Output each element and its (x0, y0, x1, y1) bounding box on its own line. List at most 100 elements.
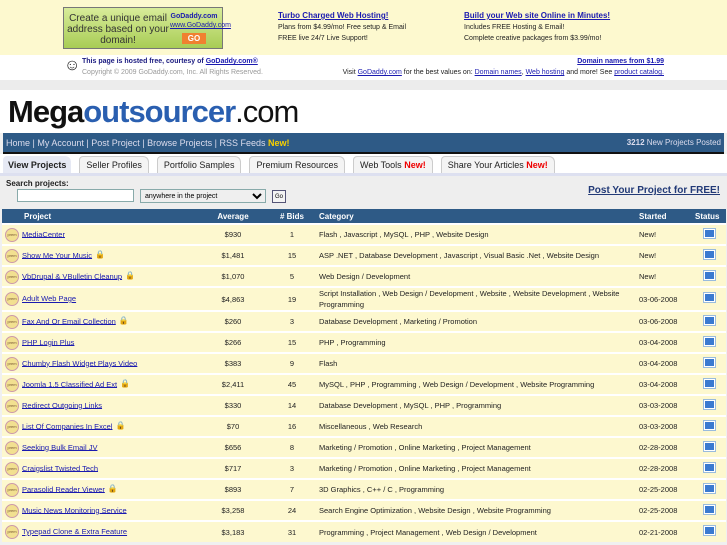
status-icon[interactable] (703, 420, 715, 430)
project-link[interactable]: VbDrupal & VBulletin Cleanup (22, 271, 122, 280)
catalog-link[interactable]: product catalog. (614, 69, 664, 76)
started-cell: 03-04-2008 (636, 373, 692, 395)
status-cell (692, 244, 726, 266)
premium-badge-icon: prem (5, 248, 19, 263)
project-link[interactable]: Seeking Bulk Email JV (22, 442, 97, 451)
col-bids[interactable]: # Bids (268, 209, 316, 224)
status-icon[interactable] (703, 249, 715, 259)
bids-cell: 16 (268, 415, 316, 437)
project-link[interactable]: Fax And Or Email Collection (22, 316, 116, 325)
project-link[interactable]: Typepad Clone & Extra Feature (22, 527, 127, 536)
col-average[interactable]: Average (198, 209, 268, 224)
project-cell: prem Joomla 1.5 Classified Ad Ext 🔒 (2, 373, 198, 395)
search-scope-select[interactable]: anywhere in the project (140, 189, 266, 203)
tab-share-articles[interactable]: Share Your Articles New! (440, 156, 555, 173)
project-link[interactable]: Chumby Flash Widget Plays Video (22, 358, 137, 367)
ad-band: Create a unique email address based on y… (0, 0, 727, 55)
category-cell: Database Development , MySQL , PHP , Pro… (316, 394, 636, 416)
project-link[interactable]: Music News Monitoring Service (22, 505, 127, 514)
status-icon[interactable] (703, 441, 715, 451)
table-row: prem Typepad Clone & Extra Feature $3,183… (2, 520, 726, 542)
status-icon[interactable] (703, 399, 715, 409)
domain-link[interactable]: Domain names (475, 69, 522, 76)
hosting-link[interactable]: Web hosting (526, 69, 565, 76)
visit-godaddy-link[interactable]: GoDaddy.com (358, 69, 402, 76)
table-row: prem MediaCenter $930 1 Flash , Javascrip… (2, 223, 726, 245)
col-started[interactable]: Started (636, 209, 692, 224)
project-link[interactable]: Adult Web Page (22, 294, 76, 303)
table-row: prem PHP Login Plus $266 15 PHP , Program… (2, 331, 726, 353)
table-row: prem Joomla 1.5 Classified Ad Ext 🔒 $2,411… (2, 373, 726, 395)
godaddy-email-banner[interactable]: Create a unique email address based on y… (63, 7, 231, 49)
project-link[interactable]: Redirect Outgoing Links (22, 400, 102, 409)
average-cell: $1,481 (198, 244, 268, 266)
status-icon[interactable] (703, 228, 715, 238)
category-cell: Marketing / Promotion , Online Marketing… (316, 436, 636, 458)
godaddy-link[interactable]: GoDaddy.com® (206, 58, 258, 65)
lock-icon: 🔒 (107, 484, 118, 494)
bids-cell: 8 (268, 436, 316, 458)
tab-label: Web Tools (359, 160, 402, 170)
project-cell: prem Redirect Outgoing Links (2, 394, 198, 416)
tab-view-projects[interactable]: View Projects (3, 156, 72, 173)
nav-rss-feeds[interactable]: RSS Feeds (219, 138, 265, 148)
status-icon[interactable] (703, 270, 715, 280)
nav-browse-projects[interactable]: Browse Projects (147, 138, 212, 148)
banner-go-button[interactable]: GO (181, 33, 207, 44)
category-cell: Programming , Project Management , Web D… (316, 520, 636, 542)
col-project[interactable]: Project (2, 209, 198, 224)
ad-builder-link[interactable]: Build your Web site Online in Minutes! (464, 11, 610, 20)
status-icon[interactable] (703, 526, 715, 535)
domain-names-link[interactable]: Domain names from $1.99 (577, 58, 664, 65)
ad-builder: Build your Web site Online in Minutes! I… (464, 10, 610, 44)
tab-portfolio-samples[interactable]: Portfolio Samples (156, 156, 242, 173)
project-link[interactable]: Parasolid Reader Viewer (22, 484, 105, 493)
status-icon[interactable] (703, 357, 715, 367)
average-cell: $3,258 (198, 499, 268, 521)
project-link[interactable]: Joomla 1.5 Classified Ad Ext (22, 379, 117, 388)
category-cell: Flash , Javascript , MySQL , PHP , Websi… (316, 223, 636, 245)
tab-seller-profiles[interactable]: Seller Profiles (79, 156, 149, 173)
table-row: prem Seeking Bulk Email JV $656 8 Marketi… (2, 436, 726, 458)
status-icon[interactable] (703, 293, 715, 302)
post-project-link[interactable]: Post Your Project for FREE! (588, 185, 720, 196)
project-link[interactable]: List Of Companies In Excel (22, 421, 112, 430)
project-link[interactable]: Show Me Your Music (22, 250, 92, 259)
premium-badge-icon: prem (5, 461, 19, 476)
nav-post-project[interactable]: Post Project (91, 138, 140, 148)
nav-my-account[interactable]: My Account (37, 138, 84, 148)
premium-badge-icon: prem (5, 292, 19, 306)
ad-hosting-link[interactable]: Turbo Charged Web Hosting! (278, 11, 388, 20)
col-status[interactable]: Status (692, 209, 726, 224)
status-cell (692, 520, 726, 542)
nav-home[interactable]: Home (6, 138, 30, 148)
project-link[interactable]: PHP Login Plus (22, 337, 74, 346)
status-icon[interactable] (703, 315, 715, 325)
lock-icon: 🔒 (118, 316, 129, 326)
tab-web-tools[interactable]: Web Tools New! (352, 156, 433, 173)
project-cell: prem Seeking Bulk Email JV (2, 436, 198, 458)
site-logo[interactable]: Megaoutsourcer.com (0, 90, 727, 133)
started-cell: 03-03-2008 (636, 394, 692, 416)
lock-icon: 🔒 (95, 250, 106, 260)
category-cell: Web Design / Development (316, 265, 636, 287)
status-icon[interactable] (703, 504, 715, 514)
project-link[interactable]: MediaCenter (22, 229, 65, 238)
category-cell: Flash (316, 352, 636, 374)
project-link[interactable]: Craigslist Twisted Tech (22, 463, 98, 472)
table-row: prem Music News Monitoring Service $3,258… (2, 499, 726, 521)
bids-cell: 7 (268, 478, 316, 500)
status-icon[interactable] (703, 462, 715, 472)
status-cell (692, 352, 726, 374)
status-icon[interactable] (703, 483, 715, 493)
tab-premium-resources[interactable]: Premium Resources (249, 156, 345, 173)
ad-text: Includes FREE Hosting & Email! (464, 24, 565, 31)
table-row: prem Adult Web Page $4,863 19 Script Inst… (2, 286, 726, 311)
search-input[interactable] (17, 189, 134, 202)
status-icon[interactable] (703, 378, 715, 388)
col-category[interactable]: Category (316, 209, 636, 224)
status-icon[interactable] (703, 336, 715, 346)
status-cell (692, 373, 726, 395)
started-cell: 03-06-2008 (636, 286, 692, 311)
search-go-button[interactable]: Go (272, 190, 286, 203)
